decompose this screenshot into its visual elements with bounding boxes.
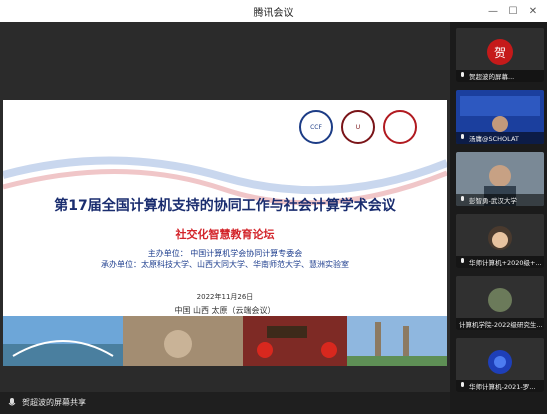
microphone-icon: [461, 196, 464, 201]
screen-share-stage: CCF U 第17届全国计算机支持的协同工作与社会计算学术会议 社交化智慧教育论…: [0, 22, 450, 414]
maximize-icon[interactable]: ☐: [505, 3, 521, 19]
participant-name: 贺超波的屏幕...: [469, 73, 515, 81]
close-icon[interactable]: ✕: [525, 3, 541, 19]
participant-tile[interactable]: 华师计算机+2020级+...: [456, 214, 544, 268]
app-title: 腾讯会议: [253, 8, 294, 19]
screen-share-label: 贺超波的屏幕共享: [22, 398, 86, 407]
share-status-bar: 贺超波的屏幕共享: [0, 392, 450, 414]
participant-name: 计算机学院-2022级研究生...: [459, 321, 543, 329]
ccf-logo: CCF: [299, 110, 333, 144]
participant-tile[interactable]: 计算机学院-2022级研究生...: [456, 276, 544, 330]
slide-photo-strip: [3, 316, 447, 366]
minimize-icon[interactable]: —: [485, 3, 501, 19]
microphone-icon[interactable]: [8, 398, 16, 408]
svg-text:贺: 贺: [494, 46, 506, 60]
participant-name: 彭智勇-武汉大学: [469, 197, 517, 205]
participant-name: 华师计算机+2020级+...: [469, 259, 541, 267]
slide-place: 中国 山西 太原（云端会议）: [174, 306, 276, 315]
microphone-icon: [461, 258, 464, 263]
host-line: 主办单位： 中国计算机学会协同计算专委会: [147, 249, 303, 258]
participant-tile[interactable]: 汤庸@SCHOLAT: [456, 90, 544, 144]
microphone-icon: [461, 72, 464, 77]
seal-logo: [383, 110, 417, 144]
participant-name: 汤庸@SCHOLAT: [469, 135, 519, 143]
participant-tile[interactable]: 华师计算机-2021-罗...: [456, 338, 544, 392]
slide-title: 第17届全国计算机支持的协同工作与社会计算学术会议: [54, 198, 396, 214]
slide-date: 2022年11月26日: [196, 293, 254, 301]
university-logo: U: [341, 110, 375, 144]
participant-tile[interactable]: 彭智勇-武汉大学: [456, 152, 544, 206]
participant-tile[interactable]: 贺 贺超波的屏幕...: [456, 28, 544, 82]
title-bar: 腾讯会议 — ☐ ✕: [0, 0, 547, 23]
slide-organizers: 主办单位： 中国计算机学会协同计算专委会 承办单位：太原科技大学、山西大同大学、…: [3, 248, 447, 270]
participant-list: 贺 贺超波的屏幕... 汤庸@SCHOLAT 彭智勇-武汉大学 华师计算机+20…: [450, 22, 547, 414]
participant-name: 华师计算机-2021-罗...: [469, 383, 536, 391]
landmark-photos: [3, 316, 447, 366]
microphone-icon: [461, 382, 464, 387]
slide-subtitle: 社交化智慧教育论坛: [175, 228, 275, 241]
shared-slide: CCF U 第17届全国计算机支持的协同工作与社会计算学术会议 社交化智慧教育论…: [3, 100, 447, 366]
microphone-icon: [461, 134, 464, 139]
co-host-line: 承办单位：太原科技大学、山西大同大学、华南师范大学、慧洲实验室: [101, 260, 349, 269]
